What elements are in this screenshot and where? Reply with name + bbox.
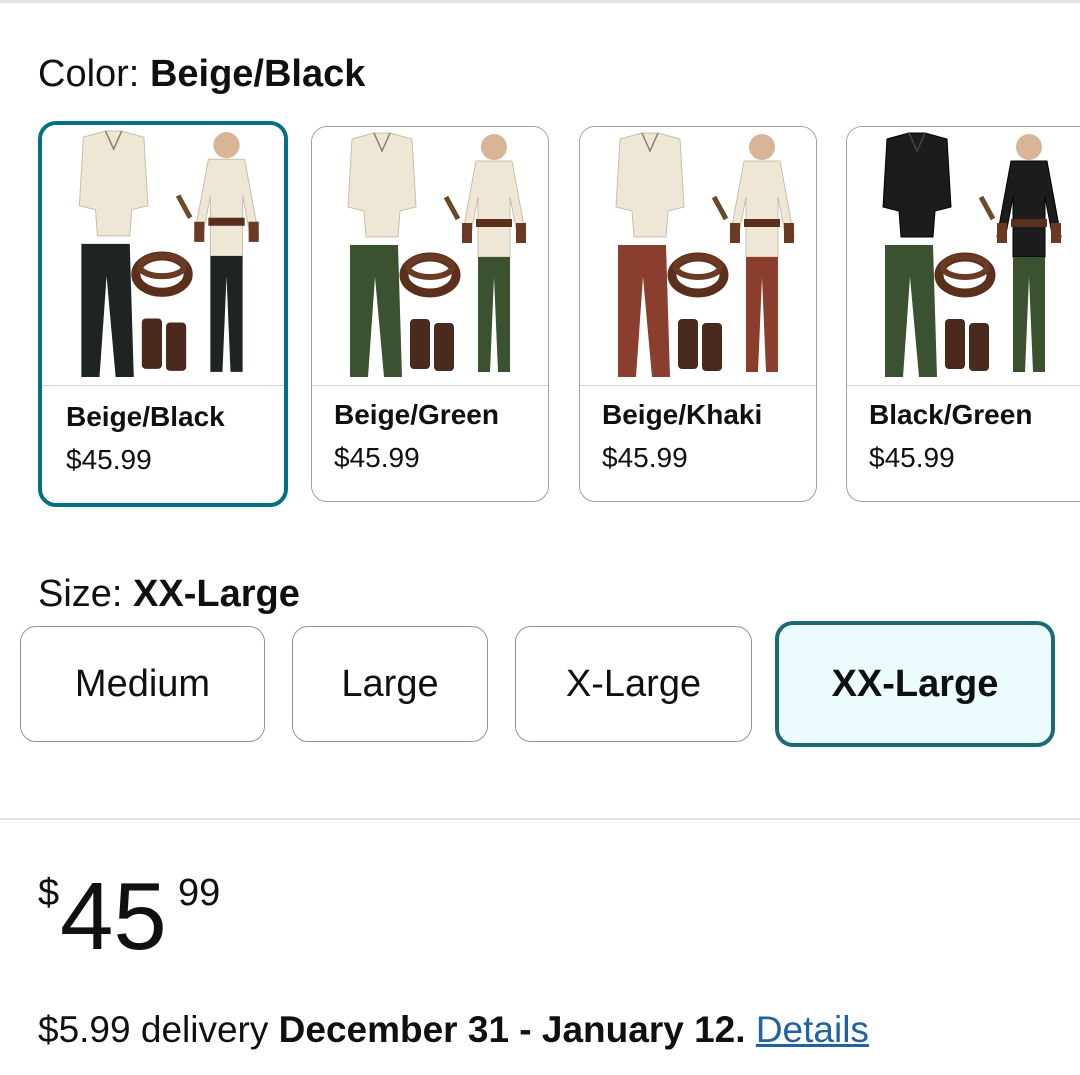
belt-image bbox=[934, 252, 996, 298]
shirt-image bbox=[78, 130, 149, 237]
swatch-name: Beige/Khaki bbox=[602, 399, 763, 430]
top-divider bbox=[0, 0, 1080, 3]
belt-image bbox=[399, 252, 461, 298]
size-button-large[interactable]: Large bbox=[292, 626, 488, 742]
product-image bbox=[312, 127, 548, 386]
belt-image bbox=[131, 251, 193, 297]
size-label: Size: XX-Large bbox=[38, 572, 300, 616]
delivery-fee: $5.99 delivery bbox=[38, 1009, 269, 1050]
swatch-name: Beige/Black bbox=[66, 401, 225, 432]
swatch-price: $45.99 bbox=[602, 442, 688, 473]
pants-image bbox=[618, 245, 670, 377]
delivery-dates: December 31 - January 12 bbox=[278, 1009, 736, 1050]
shirt-image bbox=[347, 132, 417, 238]
size-selected-value: XX-Large bbox=[133, 573, 300, 615]
swatch-name: Beige/Green bbox=[334, 399, 499, 430]
price-fraction: 99 bbox=[178, 872, 221, 914]
pants-image bbox=[350, 245, 402, 377]
bracers-image bbox=[141, 318, 187, 371]
color-label: Color: Beige/Black bbox=[38, 52, 365, 96]
model-figure bbox=[711, 134, 795, 372]
details-link[interactable]: Details bbox=[756, 1009, 869, 1050]
section-divider bbox=[0, 818, 1080, 820]
shirt-image bbox=[882, 132, 952, 238]
color-swatch-beige-green[interactable]: Beige/Green $45.99 bbox=[311, 126, 549, 502]
swatch-price: $45.99 bbox=[66, 444, 152, 475]
bracers-image bbox=[410, 319, 454, 371]
model-figure bbox=[175, 132, 260, 372]
color-label-prefix: Color: bbox=[38, 53, 140, 95]
bracers-image bbox=[945, 319, 989, 371]
pants-image bbox=[81, 243, 134, 377]
price-whole: 45 bbox=[60, 863, 167, 970]
color-swatch-black-green[interactable]: Black/Green $45.99 bbox=[846, 126, 1080, 502]
product-image bbox=[580, 127, 816, 386]
swatch-price: $45.99 bbox=[334, 442, 420, 473]
delivery-info: $5.99 delivery December 31 - January 12.… bbox=[38, 1005, 869, 1055]
color-selected-value: Beige/Black bbox=[149, 53, 366, 95]
model-figure bbox=[443, 134, 527, 372]
shirt-image bbox=[615, 132, 685, 238]
size-label-prefix: Size: bbox=[38, 573, 123, 615]
swatch-name: Black/Green bbox=[869, 399, 1033, 430]
product-image bbox=[42, 125, 284, 386]
size-button-x-large[interactable]: X-Large bbox=[515, 626, 752, 742]
bracers-image bbox=[678, 319, 722, 371]
product-image bbox=[847, 127, 1080, 386]
model-figure bbox=[978, 134, 1062, 372]
size-button-xx-large[interactable]: XX-Large bbox=[775, 621, 1055, 747]
delivery-period: . bbox=[735, 1009, 746, 1050]
belt-image bbox=[667, 252, 729, 298]
size-button-medium[interactable]: Medium bbox=[20, 626, 265, 742]
pants-image bbox=[885, 245, 937, 377]
color-swatch-beige-khaki[interactable]: Beige/Khaki $45.99 bbox=[579, 126, 817, 502]
color-swatch-beige-black[interactable]: Beige/Black $45.99 bbox=[38, 121, 288, 507]
swatch-price: $45.99 bbox=[869, 442, 955, 473]
price-symbol: $ bbox=[38, 872, 60, 914]
